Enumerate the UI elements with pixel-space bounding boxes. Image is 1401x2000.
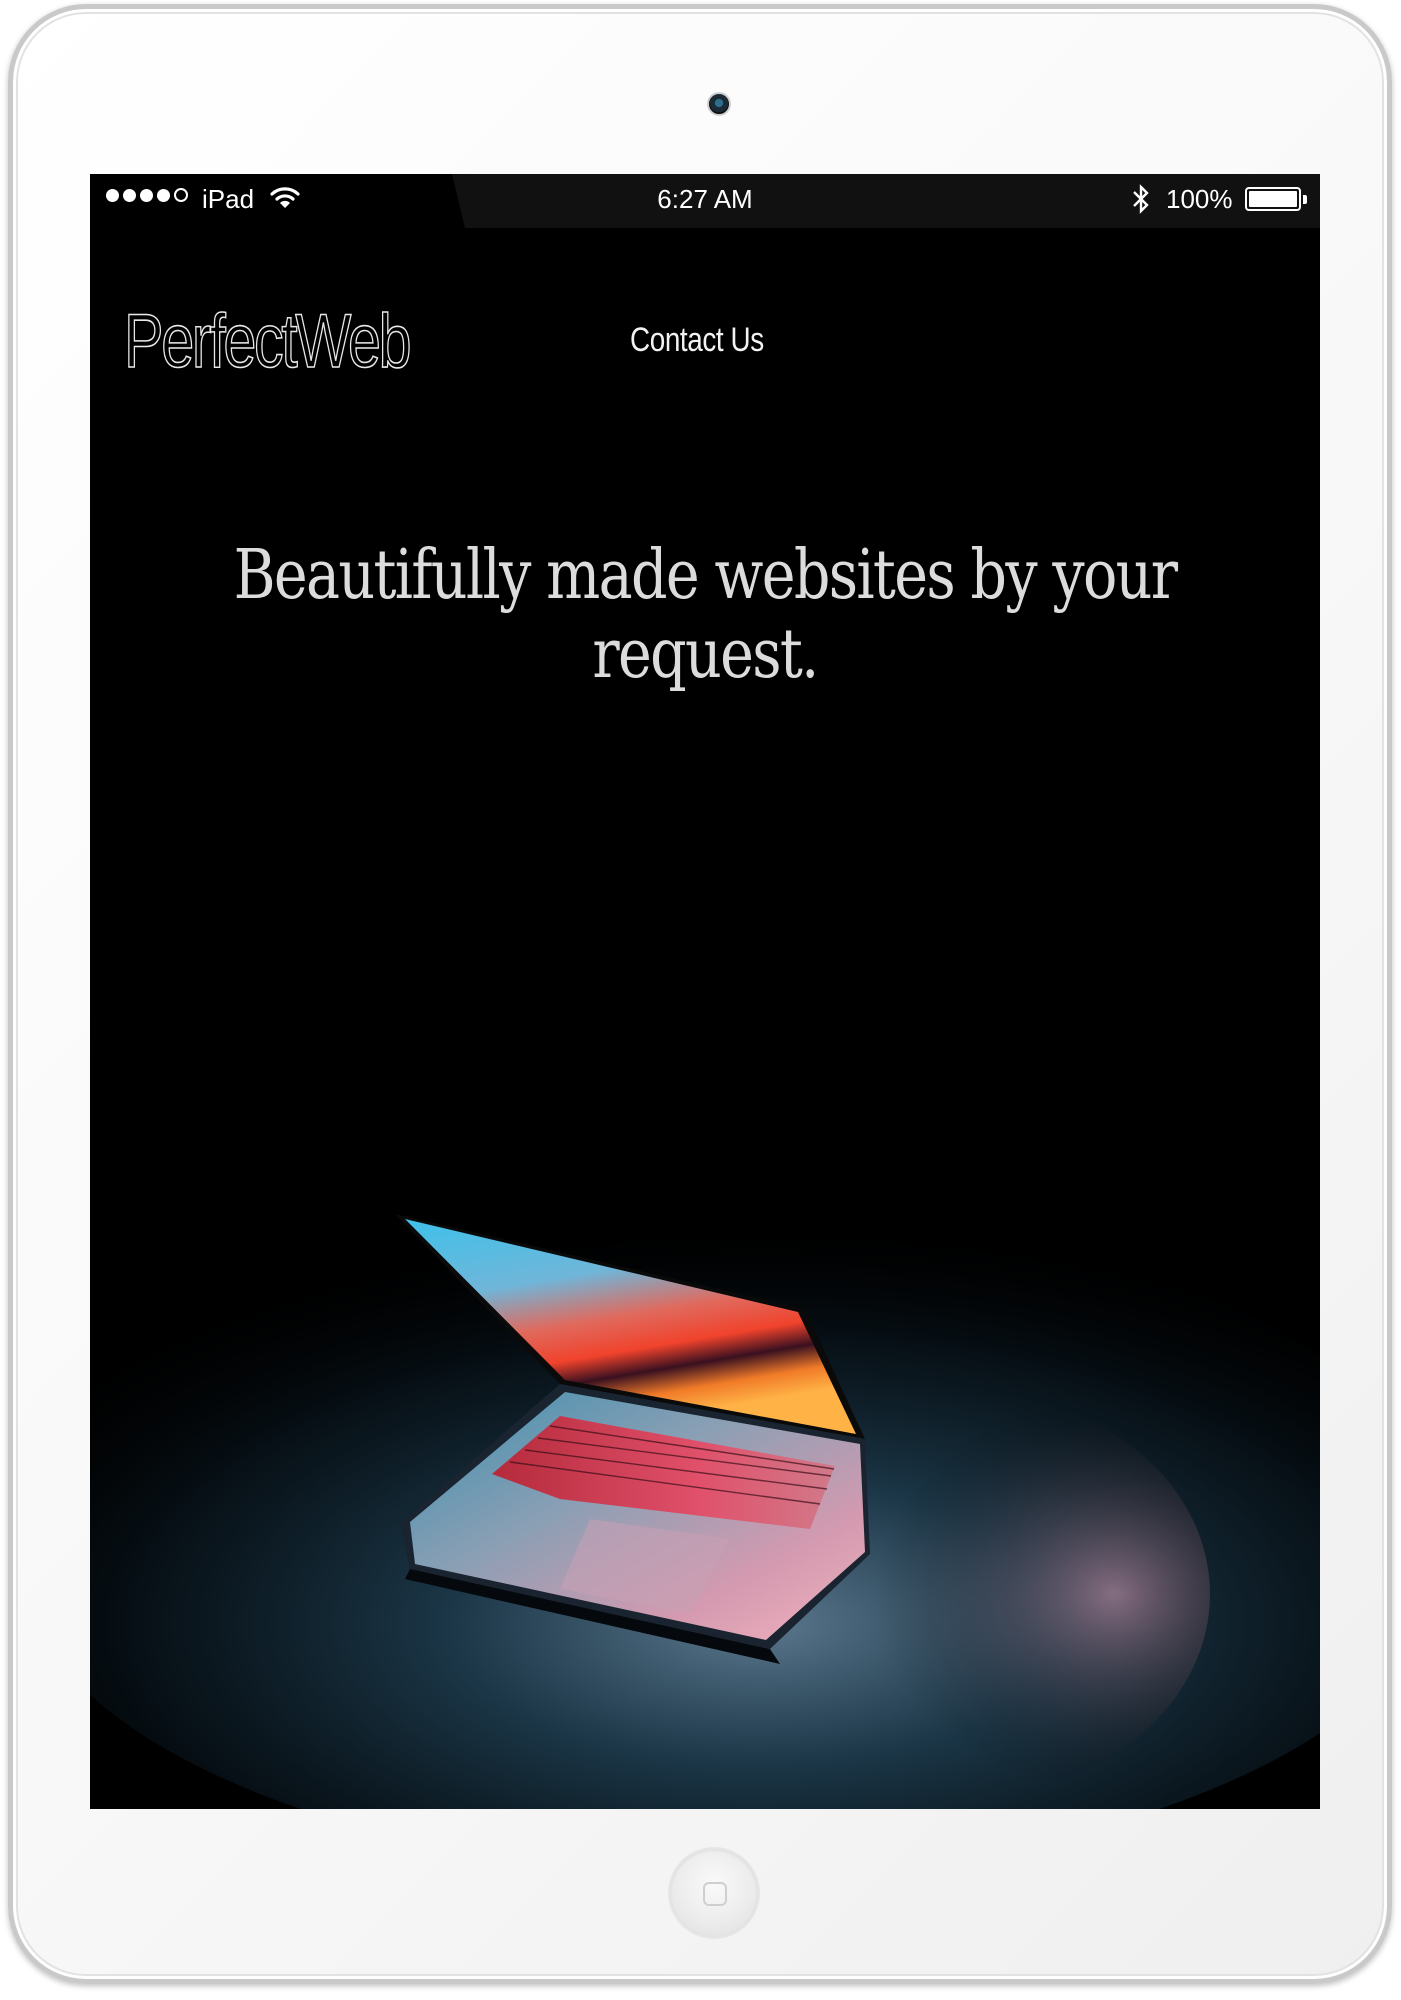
contact-us-link[interactable]: Contact Us [630,321,764,360]
hero-laptop-image [90,1074,1320,1809]
screen: iPad 6:27 AM 100% PerfectWeb Contact Us … [90,174,1320,1809]
bluetooth-icon [1133,184,1149,214]
hero-headline: Beautifully made websites by your reques… [90,536,1320,694]
battery-icon [1245,187,1301,211]
battery-tip [1303,195,1307,204]
hero-headline-text: Beautifully made websites by your reques… [233,536,1179,694]
home-square-icon [703,1882,727,1906]
status-bar: iPad 6:27 AM 100% [90,174,1320,228]
home-button[interactable] [668,1847,760,1939]
front-camera [707,92,731,116]
battery-percentage: 100% [1166,184,1233,214]
logo[interactable]: PerfectWeb [123,298,412,385]
